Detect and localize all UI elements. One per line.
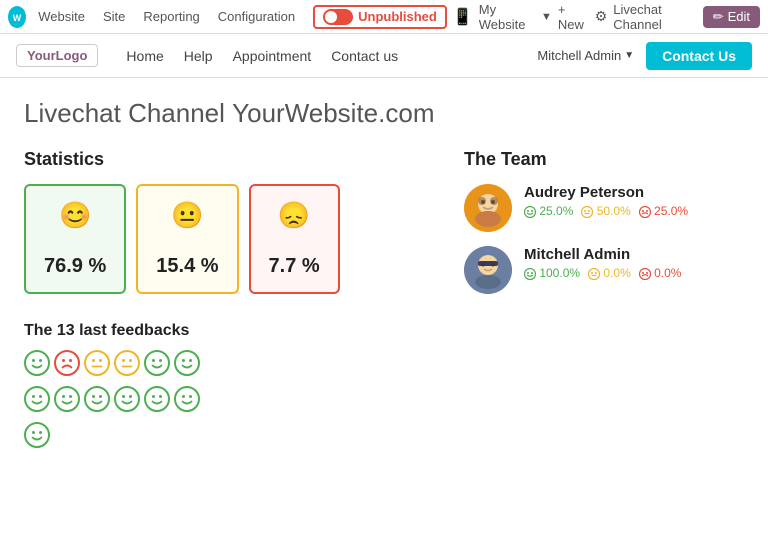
member-name: Audrey Peterson <box>524 184 688 201</box>
odoo-logo: W <box>8 6 26 28</box>
edit-pencil-icon: ✏ <box>713 9 724 25</box>
site-nav-right: Mitchell Admin ▼ Contact Us <box>537 42 752 70</box>
site-nav-appointment[interactable]: Appointment <box>225 44 320 68</box>
member-stat-green: 25.0% <box>524 204 573 218</box>
team-member: Audrey Peterson 25.0% 50.0% 25.0% <box>464 184 744 232</box>
feedback-icon <box>114 350 140 382</box>
feedback-icon <box>174 350 200 382</box>
site-nav-items: Home Help Appointment Contact us <box>118 44 537 68</box>
unpublished-toggle[interactable]: Unpublished <box>313 5 447 29</box>
site-nav-help[interactable]: Help <box>176 44 221 68</box>
feedback-icon <box>114 386 140 418</box>
site-nav-home[interactable]: Home <box>118 44 171 68</box>
statistics-cards: 😊 76.9 % 😐 15.4 % 😞 7.7 % <box>24 184 424 294</box>
member-stat-neutral: 0.0% <box>588 266 631 280</box>
site-nav-contact-us[interactable]: Contact us <box>323 44 406 68</box>
site-logo[interactable]: YourLogo <box>16 44 98 67</box>
mobile-icon[interactable]: 📱 <box>453 7 473 27</box>
feedbacks-heading: The 13 last feedbacks <box>24 322 424 340</box>
stat-card-sad: 😞 7.7 % <box>249 184 340 294</box>
top-navigation: W Website Site Reporting Configuration U… <box>0 0 768 34</box>
livechat-channel-label: Livechat Channel <box>613 2 696 32</box>
page-title: Livechat Channel YourWebsite.com <box>24 98 744 129</box>
member-stats: 25.0% 50.0% 25.0% <box>524 204 688 218</box>
member-avatar <box>464 246 512 294</box>
nav-site[interactable]: Site <box>97 7 131 26</box>
member-info: Audrey Peterson 25.0% 50.0% 25.0% <box>524 184 688 218</box>
neutral-icon: 😐 <box>171 200 203 231</box>
feedback-grid <box>24 350 224 454</box>
contact-us-button[interactable]: Contact Us <box>646 42 752 70</box>
user-label: Mitchell Admin <box>537 48 621 63</box>
member-name: Mitchell Admin <box>524 246 681 263</box>
page-title-text: Livechat Channel <box>24 98 225 128</box>
content-row: Statistics 😊 76.9 % 😐 15.4 % 😞 7.7 % The… <box>24 149 744 454</box>
feedback-icon <box>144 386 170 418</box>
member-stat-sad: 25.0% <box>639 204 688 218</box>
feedback-icon <box>24 422 50 454</box>
member-stats: 100.0% 0.0% 0.0% <box>524 266 681 280</box>
main-content: Livechat Channel YourWebsite.com Statist… <box>0 78 768 474</box>
my-website-menu[interactable]: My Website <box>479 2 535 32</box>
toggle-switch <box>323 9 353 25</box>
gear-icon: ⚙ <box>595 8 608 25</box>
user-menu[interactable]: Mitchell Admin ▼ <box>537 48 634 63</box>
toggle-knob <box>325 11 337 23</box>
feedback-icon <box>24 350 50 382</box>
feedback-icon <box>84 386 110 418</box>
team-members: Audrey Peterson 25.0% 50.0% 25.0% Mitche… <box>464 184 744 294</box>
site-navigation: YourLogo Home Help Appointment Contact u… <box>0 34 768 78</box>
nav-reporting[interactable]: Reporting <box>137 7 205 26</box>
member-avatar <box>464 184 512 232</box>
stat-value-neutral: 15.4 % <box>156 255 218 278</box>
svg-text:W: W <box>13 13 22 23</box>
page-domain-text: YourWebsite.com <box>232 98 434 128</box>
my-website-chevron: ▼ <box>541 11 552 23</box>
sad-icon: 😞 <box>278 200 310 231</box>
member-stat-neutral: 50.0% <box>581 204 630 218</box>
member-stat-green: 100.0% <box>524 266 580 280</box>
user-chevron: ▼ <box>624 50 634 61</box>
right-column: The Team Audrey Peterson 25.0% 50.0% 25.… <box>464 149 744 454</box>
left-column: Statistics 😊 76.9 % 😐 15.4 % 😞 7.7 % The… <box>24 149 424 454</box>
feedback-icon <box>54 386 80 418</box>
stat-value-happy: 76.9 % <box>44 255 106 278</box>
feedback-icon <box>84 350 110 382</box>
new-button[interactable]: + New <box>558 2 589 32</box>
feedback-icon <box>54 350 80 382</box>
edit-label: Edit <box>728 9 750 24</box>
unpublished-label: Unpublished <box>358 9 437 24</box>
member-info: Mitchell Admin 100.0% 0.0% 0.0% <box>524 246 681 280</box>
nav-configuration[interactable]: Configuration <box>212 7 301 26</box>
stat-value-sad: 7.7 % <box>269 255 320 278</box>
member-stat-sad: 0.0% <box>639 266 682 280</box>
stat-card-neutral: 😐 15.4 % <box>136 184 238 294</box>
feedback-icon <box>144 350 170 382</box>
nav-website[interactable]: Website <box>32 7 91 26</box>
team-member: Mitchell Admin 100.0% 0.0% 0.0% <box>464 246 744 294</box>
feedback-icon <box>174 386 200 418</box>
statistics-heading: Statistics <box>24 149 424 170</box>
feedback-icon <box>24 386 50 418</box>
team-heading: The Team <box>464 149 744 170</box>
happy-icon: 😊 <box>59 200 91 231</box>
edit-button[interactable]: ✏ Edit <box>703 6 760 28</box>
stat-card-happy: 😊 76.9 % <box>24 184 126 294</box>
